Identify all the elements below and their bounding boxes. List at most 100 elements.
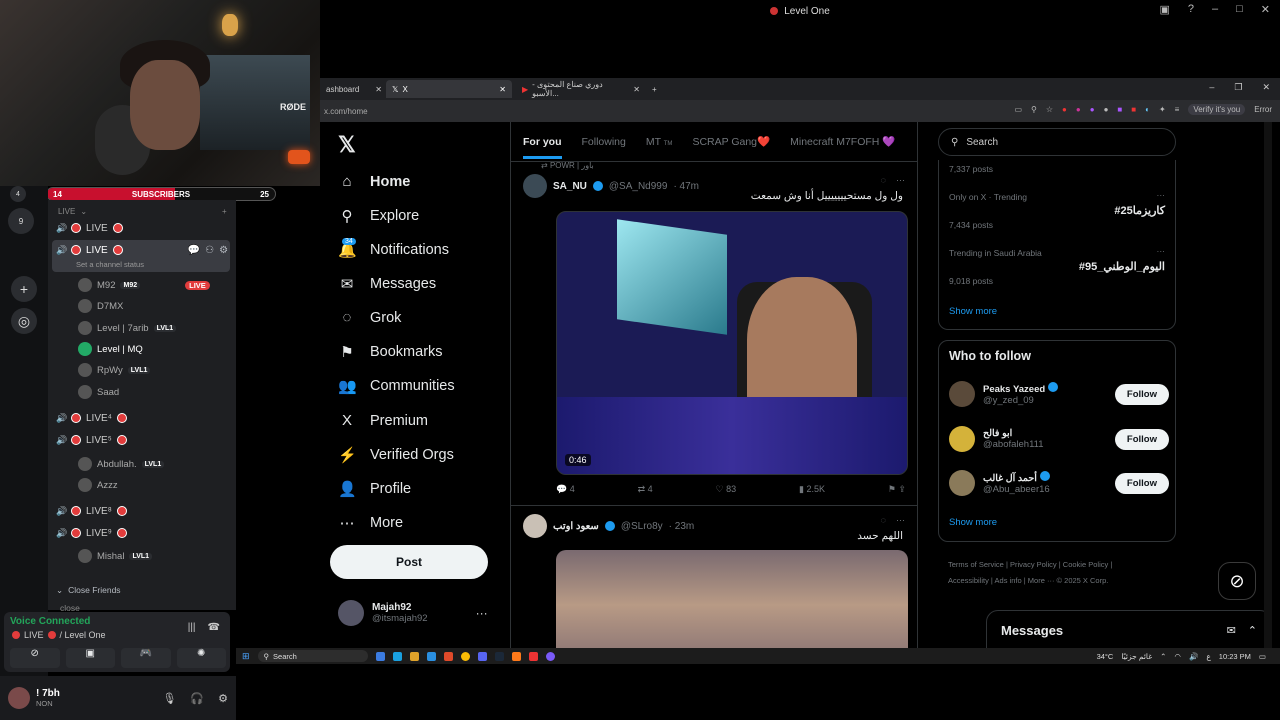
wifi-icon[interactable]: ◠ (1174, 652, 1181, 661)
voice-channel-3[interactable]: 🔊 LIVE⁴ (56, 410, 127, 426)
avatar[interactable] (523, 174, 547, 198)
bookmark-icon[interactable]: ⚑ ⇪ (888, 484, 906, 495)
voice-channel-1[interactable]: 🔊 LIVE (56, 220, 123, 236)
add-server-icon[interactable]: + (11, 276, 37, 302)
follow-button[interactable]: Follow (1114, 428, 1169, 450)
expand-icon[interactable]: ⌃ (1248, 624, 1257, 637)
star-icon[interactable]: ☆ (1046, 105, 1053, 114)
clock[interactable]: 10:23 PM (1219, 652, 1251, 661)
weather-temp[interactable]: 34°C (1097, 652, 1114, 661)
voice-channel-2[interactable]: 🔊 LIVE 💬 ⚇ ⚙ (56, 242, 228, 258)
notification-icon[interactable]: ▭ (1259, 652, 1266, 661)
grok-icon[interactable]: ◌ (881, 515, 886, 525)
nav-profile[interactable]: 👤 Profile (338, 480, 411, 498)
tweet-time[interactable]: · 47m (673, 181, 699, 192)
footer-link[interactable]: Privacy Policy (1010, 560, 1057, 569)
extension-icon[interactable]: ● (1076, 105, 1081, 114)
tab-dashboard[interactable]: ashboard ✕ (320, 80, 388, 98)
headphones-icon[interactable]: 🎧 (190, 692, 204, 705)
soundboard-icon[interactable]: ✺ (176, 648, 226, 668)
tab-league[interactable]: ▶ دوري صناع المحتوى - الأسبو... ✕ (516, 80, 646, 98)
follow-button[interactable]: Follow (1114, 383, 1169, 405)
footer-link[interactable]: Ads info (995, 576, 1022, 585)
minimize-icon[interactable]: – (1209, 82, 1214, 93)
follow-suggestion[interactable]: ابو فالح @abofaleh111 Follow (949, 426, 1169, 452)
follow-button[interactable]: Follow (1114, 472, 1169, 494)
messages-drawer[interactable]: Messages ✉ ⌃ (986, 610, 1272, 648)
voice-user[interactable]: Abdullah. LVL1 (78, 456, 165, 472)
extension-icon[interactable]: ◐ (1145, 105, 1150, 114)
tweet-video[interactable]: 0:46 (556, 211, 908, 475)
like-button[interactable]: ♡ 83 (716, 484, 737, 495)
post-button[interactable]: Post (330, 545, 488, 579)
nav-messages[interactable]: ✉ Messages (338, 275, 436, 293)
activity-icon[interactable]: 🎮 (121, 648, 171, 668)
tab-mt[interactable]: MT TM (646, 136, 673, 148)
voice-channel-4[interactable]: 🔊 LIVE⁵ (56, 432, 127, 448)
tweet-author[interactable]: SA_NU (553, 181, 587, 192)
category-live[interactable]: LIVE ⌄ + (58, 203, 227, 219)
more-dots-icon[interactable]: ··· (896, 175, 905, 185)
tray-chevron-icon[interactable]: ⌃ (1160, 652, 1166, 661)
more-dots-icon[interactable]: ··· (476, 606, 488, 620)
category-close-friends[interactable]: ⌄ Close Friends (56, 582, 121, 598)
disconnect-icon[interactable]: ☎ (208, 622, 220, 633)
footer-link[interactable]: Terms of Service (948, 560, 1004, 569)
input-language[interactable]: ع (1206, 652, 1210, 661)
show-more-link[interactable]: Show more (949, 306, 997, 317)
scrollbar[interactable] (1264, 122, 1272, 648)
new-tab-button[interactable]: + (646, 80, 663, 98)
grok-icon[interactable]: ◌ (881, 175, 886, 185)
error-chip[interactable]: Error (1254, 105, 1272, 114)
server-folder[interactable]: 4 (10, 186, 26, 202)
nav-communities[interactable]: 👥 Communities (338, 377, 455, 395)
zoom-icon[interactable]: ⚲ (1031, 105, 1037, 114)
extension-icon[interactable]: ■ (1117, 105, 1122, 114)
maximize-icon[interactable]: ❐ (1234, 82, 1242, 93)
extension-icon[interactable]: ● (1062, 105, 1067, 114)
tab-for-you[interactable]: For you (523, 136, 562, 159)
gear-icon[interactable]: ⚙ (218, 692, 228, 705)
account-switcher[interactable]: Majah92 @itsmajah92 ··· (338, 600, 488, 626)
extension-icon[interactable]: ● (1090, 105, 1095, 114)
footer-link[interactable]: Accessibility (948, 576, 989, 585)
tab-x[interactable]: 𝕏 X ✕ (386, 80, 512, 98)
camera-off-icon[interactable]: ⊘ (10, 648, 60, 668)
voice-user[interactable]: Level | MQ (78, 341, 143, 357)
close-icon[interactable]: ✕ (1262, 82, 1270, 93)
tweet-handle[interactable]: @SA_Nd999 (609, 181, 668, 192)
nav-more[interactable]: ⋯ More (338, 514, 404, 532)
maximize-icon[interactable]: □ (1236, 3, 1243, 16)
footer-link[interactable]: More ··· (1028, 576, 1055, 585)
nav-bookmarks[interactable]: ⚑ Bookmarks (338, 343, 442, 361)
avatar[interactable] (8, 687, 30, 709)
new-message-icon[interactable]: ✉ (1227, 624, 1236, 637)
trend-name[interactable]: #كاريزما25 (1114, 204, 1165, 217)
app-icon[interactable] (443, 651, 453, 661)
help-icon[interactable]: ? (1188, 3, 1194, 16)
footer-link[interactable]: Cookie Policy (1063, 560, 1108, 569)
more-dots-icon[interactable]: ··· (1157, 246, 1166, 256)
voice-channel-5[interactable]: 🔊 LIVE⁸ (56, 503, 127, 519)
tab-following[interactable]: Following (582, 136, 626, 148)
trend-name[interactable]: #اليوم_الوطني_95 (1079, 260, 1165, 273)
more-dots-icon[interactable]: ··· (1157, 190, 1166, 200)
noise-icon[interactable]: ||| (188, 622, 196, 633)
grok-button[interactable]: ⊘ (1218, 562, 1256, 600)
tab-scrap-gang[interactable]: SCRAP Gang❤️ (692, 135, 770, 148)
channel-status-input[interactable]: Set a channel status (76, 260, 144, 269)
folder-icon[interactable] (409, 651, 419, 661)
steam-icon[interactable] (494, 651, 504, 661)
nav-verified-orgs[interactable]: ⚡ Verified Orgs (338, 446, 454, 464)
app-icon[interactable] (511, 651, 521, 661)
address-bar[interactable]: x.com/home ▭ ⚲ ☆ ● ● ● ● ■ ■ ◐ ✦ ≡ Verif… (320, 100, 1280, 122)
server-icon-2[interactable]: 9 (8, 208, 34, 234)
repost-button[interactable]: ⇄ 4 (638, 484, 653, 495)
screen-share-icon[interactable]: ▣ (65, 648, 115, 668)
tab-minecraft[interactable]: Minecraft M7FOFH 💜 (790, 135, 895, 148)
app-icon[interactable] (528, 651, 538, 661)
follow-suggestion[interactable]: أحمد آل غالب @Abu_abeer16 Follow (949, 470, 1169, 496)
voice-user[interactable]: M92 M92 LIVE (78, 277, 210, 293)
discord-icon[interactable] (477, 651, 487, 661)
taskbar-search[interactable]: ⚲ Search (257, 650, 368, 662)
